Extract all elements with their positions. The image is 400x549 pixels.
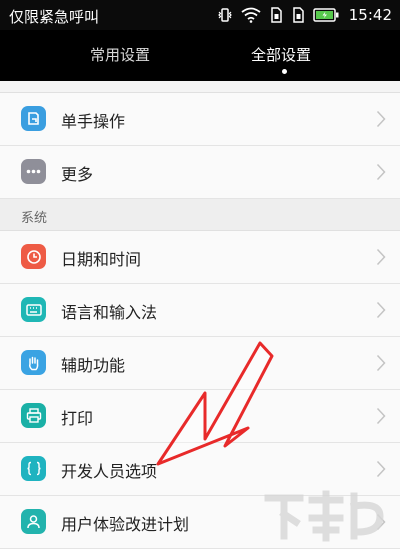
settings-item-language-input[interactable]: 语言和输入法: [0, 284, 400, 337]
carrier-text: 仅限紧急呼叫: [9, 8, 100, 26]
settings-item-label: 开发人员选项: [61, 462, 158, 481]
settings-item-label: 语言和输入法: [61, 303, 158, 322]
settings-item-label: 用户体验改进计划: [61, 515, 190, 534]
tab-common-settings[interactable]: 常用设置: [90, 44, 150, 65]
section-title: 系统: [21, 211, 48, 226]
braces-icon: [21, 456, 46, 481]
settings-item-accessibility[interactable]: 辅助功能: [0, 337, 400, 390]
more-icon: [21, 159, 46, 184]
printer-icon: [21, 403, 46, 428]
status-icons: 15:42: [217, 6, 392, 24]
keyboard-icon: [21, 297, 46, 322]
tab-all-settings[interactable]: 全部设置: [251, 44, 311, 65]
watermark-logo-icon: [264, 490, 384, 542]
active-tab-indicator: [282, 69, 287, 74]
list-top-spacer: [0, 81, 400, 93]
tab-bar: 常用设置 全部设置: [0, 30, 400, 81]
sim-card-1-icon: [271, 7, 282, 23]
chevron-right-icon: [376, 354, 386, 372]
settings-item-label: 辅助功能: [61, 356, 126, 375]
one-hand-icon: [21, 106, 46, 131]
settings-item-label: 日期和时间: [61, 250, 142, 269]
clock-icon: [21, 244, 46, 269]
settings-item-date-time[interactable]: 日期和时间: [0, 231, 400, 284]
settings-list: 单手操作 更多 系统 日期和时间 语言和输入法 辅助功能 打印 开发人员选项 用…: [0, 81, 400, 549]
clock: 15:42: [348, 6, 392, 24]
chevron-right-icon: [376, 163, 386, 181]
chevron-right-icon: [376, 301, 386, 319]
settings-item-label: 打印: [61, 409, 94, 428]
status-bar: 仅限紧急呼叫 15:42: [0, 0, 400, 30]
user-icon: [21, 509, 46, 534]
chevron-right-icon: [376, 110, 386, 128]
settings-item-more[interactable]: 更多: [0, 146, 400, 199]
settings-item-label: 更多: [61, 165, 94, 184]
settings-item-label: 单手操作: [61, 112, 126, 131]
chevron-right-icon: [376, 248, 386, 266]
vibrate-icon: [217, 8, 232, 22]
settings-item-print[interactable]: 打印: [0, 390, 400, 443]
sim-card-2-icon: [293, 7, 304, 23]
wifi-icon: [241, 7, 261, 23]
section-header-system: 系统: [0, 199, 400, 231]
battery-icon: [313, 8, 339, 22]
chevron-right-icon: [376, 460, 386, 478]
settings-item-developer-options[interactable]: 开发人员选项: [0, 443, 400, 496]
settings-item-one-hand[interactable]: 单手操作: [0, 93, 400, 146]
chevron-right-icon: [376, 407, 386, 425]
hand-icon: [21, 350, 46, 375]
